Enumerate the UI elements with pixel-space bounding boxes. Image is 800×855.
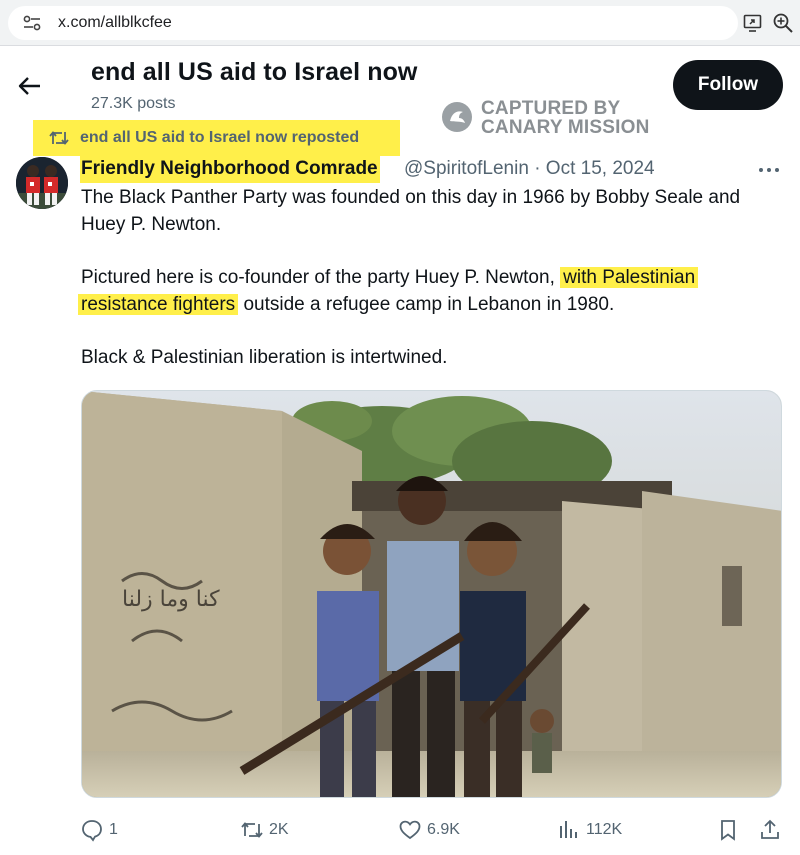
- tweet-photo[interactable]: كنا وما زلنا: [81, 390, 782, 798]
- zoom-icon[interactable]: [772, 12, 794, 34]
- repost-button[interactable]: 2K: [240, 812, 289, 848]
- author-handle-date[interactable]: @SpiritofLenin · Oct 15, 2024: [404, 158, 655, 180]
- url-field[interactable]: x.com/allblkcfee: [8, 6, 738, 40]
- site-info-icon[interactable]: [22, 15, 42, 31]
- follow-button[interactable]: Follow: [673, 60, 783, 110]
- highlight-resistance: resistance fighters: [78, 294, 239, 315]
- back-arrow-icon[interactable]: [16, 72, 44, 100]
- url-text[interactable]: x.com/allblkcfee: [58, 14, 172, 32]
- avatar-image: [16, 157, 68, 209]
- author-name[interactable]: Friendly Neighborhood Comrade: [80, 155, 380, 183]
- like-count: 6.9K: [427, 821, 460, 838]
- reply-icon: [82, 820, 102, 842]
- profile-title: end all US aid to Israel now: [91, 58, 418, 86]
- cast-icon[interactable]: [743, 13, 763, 33]
- views-chart-icon: [560, 821, 577, 838]
- like-button[interactable]: 6.9K: [398, 812, 460, 848]
- repost-icon: [49, 131, 69, 145]
- reply-button[interactable]: 1: [80, 812, 118, 848]
- para2-after: outside a refugee camp in Lebanon in 198…: [243, 294, 615, 315]
- repost-count: 2K: [269, 821, 289, 838]
- views-button[interactable]: 112K: [557, 812, 622, 848]
- canary-mission-watermark: CAPTURED BY CANARY MISSION: [441, 98, 656, 140]
- bookmark-button[interactable]: [716, 812, 745, 848]
- tweet-paragraph-2: Pictured here is co-founder of the party…: [78, 264, 781, 318]
- heart-icon: [399, 820, 421, 840]
- repost-action-icon: [241, 822, 263, 838]
- avatar[interactable]: [16, 157, 68, 209]
- watermark-line2: CANARY MISSION: [481, 117, 650, 138]
- repost-text[interactable]: end all US aid to Israel now reposted: [80, 129, 359, 147]
- tweet-paragraph-1: The Black Panther Party was founded on t…: [81, 187, 741, 235]
- bookmark-icon: [721, 820, 735, 841]
- share-button[interactable]: [758, 812, 787, 848]
- para2-before: Pictured here is co-founder of the party…: [81, 267, 555, 288]
- wall-graffiti-text: كنا وما زلنا: [122, 587, 220, 612]
- tweet-text: The Black Panther Party was founded on t…: [78, 184, 781, 371]
- repost-banner: end all US aid to Israel now reposted: [33, 120, 400, 156]
- reply-count: 1: [109, 821, 118, 838]
- share-icon: [761, 819, 779, 839]
- browser-address-bar: x.com/allblkcfee: [0, 0, 800, 46]
- post-count: 27.3K posts: [91, 95, 176, 112]
- tweet-action-bar: 1 2K 6.9K 112K: [0, 812, 800, 848]
- highlight-palestinian: with Palestinian: [560, 267, 699, 288]
- views-count: 112K: [586, 821, 623, 838]
- tweet-paragraph-3: Black & Palestinian liberation is intert…: [81, 347, 448, 368]
- canary-logo-icon: [442, 102, 472, 132]
- photo-image: كنا وما زلنا: [82, 391, 781, 797]
- more-options-icon[interactable]: [757, 164, 781, 176]
